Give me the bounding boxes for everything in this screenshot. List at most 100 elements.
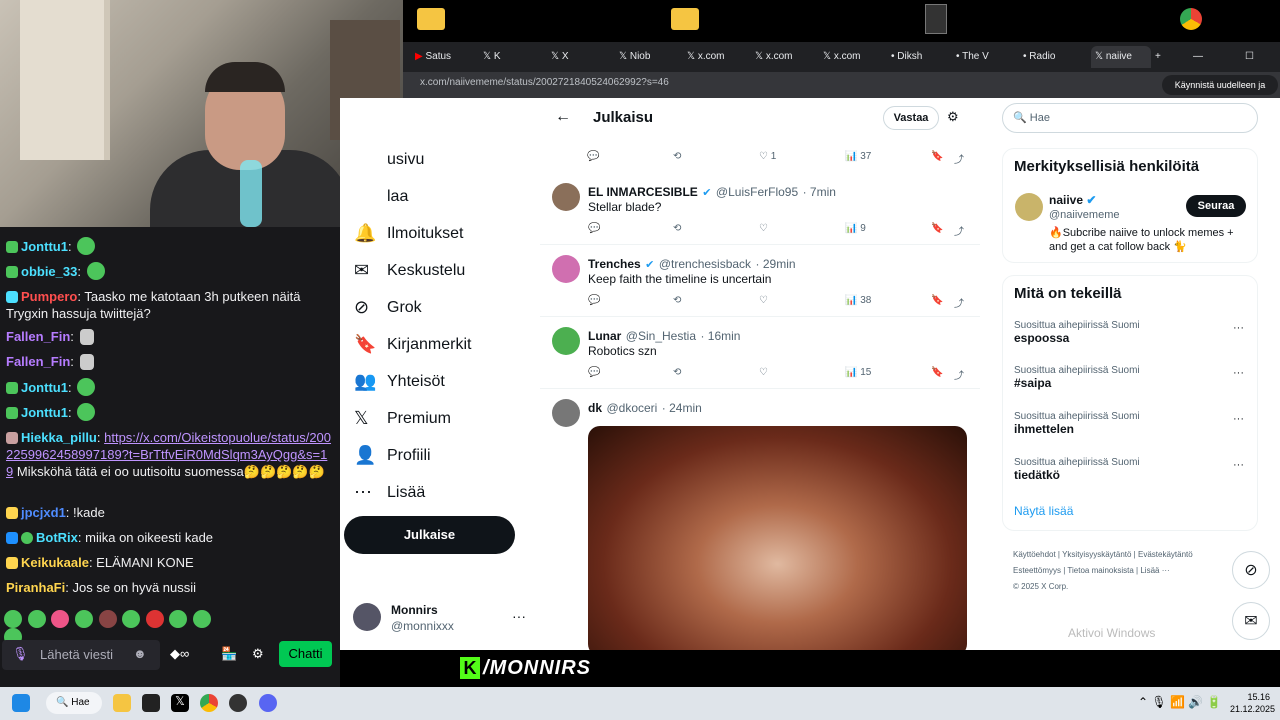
avatar[interactable] — [353, 603, 381, 631]
views-icon[interactable]: 📊 38 — [845, 295, 871, 306]
bits-icon[interactable]: ◆∞ — [170, 646, 189, 662]
obs-icon[interactable] — [229, 694, 247, 712]
tab-8[interactable]: • The V — [956, 46, 1016, 68]
reply-button[interactable]: Vastaa — [883, 106, 939, 130]
tab-10[interactable]: 𝕏 naiive — [1091, 46, 1151, 68]
chat-username[interactable]: Fallen_Fin — [6, 354, 70, 369]
avatar[interactable] — [552, 183, 580, 211]
tray-icons[interactable]: ⌃ 🎙 📶 🔊 🔋 — [1138, 695, 1221, 709]
trend-menu-icon[interactable]: ··· — [1233, 322, 1244, 334]
trend-menu-icon[interactable]: ··· — [1233, 459, 1244, 471]
nav-communities[interactable]: Yhteisöt — [387, 373, 445, 391]
chat-username[interactable]: Jonttu1 — [21, 239, 68, 254]
account-menu-icon[interactable]: ··· — [512, 608, 526, 624]
store-icon[interactable]: 🏪 — [221, 646, 237, 662]
post-author[interactable]: Lunar — [588, 329, 621, 343]
show-more-link[interactable]: Näytä lisää — [1014, 504, 1073, 518]
url-field[interactable]: x.com/naiivememe/status/2002721840524062… — [420, 77, 669, 88]
bookmark-action-icon[interactable]: 🔖 — [931, 151, 943, 162]
bookmark-action-icon[interactable]: 🔖 — [931, 295, 943, 306]
reply-icon[interactable]: 💬 — [588, 295, 600, 306]
post-item[interactable]: dk @dkoceri · 24min — [540, 389, 980, 650]
post-item[interactable]: EL INMARCESIBLE ✔ @LuisFerFlo95 · 7min S… — [540, 173, 980, 245]
footer-link[interactable]: Yksityisyyskäytäntö — [1062, 550, 1131, 559]
restart-update-button[interactable]: Käynnistä uudelleen ja päivitä — [1162, 75, 1278, 110]
reply-icon[interactable]: 💬 — [588, 367, 600, 378]
like-icon[interactable]: ♡ — [759, 295, 768, 306]
nav-premium[interactable]: Premium — [387, 410, 451, 428]
trend-item[interactable]: Suosittua aihepiirissä Suomi #saipa — [1014, 365, 1140, 390]
chat-username[interactable]: BotRix — [36, 530, 78, 545]
chat-send-button[interactable]: Chatti — [279, 641, 332, 667]
folder-icon[interactable] — [417, 8, 445, 30]
emote-icon[interactable] — [169, 610, 188, 628]
trend-menu-icon[interactable]: ··· — [1233, 413, 1244, 425]
post-author[interactable]: dk — [588, 401, 602, 415]
clock[interactable]: 15.16 21.12.2025 — [1230, 691, 1275, 715]
footer-link[interactable]: Lisää ··· — [1140, 566, 1169, 575]
post-media-image[interactable] — [588, 426, 967, 650]
emote-icon[interactable] — [122, 610, 141, 628]
tab-2[interactable]: 𝕏 X — [551, 46, 611, 68]
like-icon[interactable]: ♡ — [759, 367, 768, 378]
chat-username[interactable]: obbie_33 — [21, 264, 77, 279]
reply-icon[interactable]: 💬 — [587, 151, 599, 162]
like-icon[interactable]: ♡ 1 — [759, 151, 776, 162]
back-arrow-icon[interactable]: ← — [555, 108, 571, 126]
suggest-name[interactable]: naiive ✔ — [1049, 193, 1096, 207]
share-icon[interactable]: ⤴ — [954, 223, 964, 238]
share-icon[interactable]: ⤴ — [954, 151, 964, 166]
folder-icon[interactable] — [671, 8, 699, 30]
tab-3[interactable]: 𝕏 Niob — [619, 46, 679, 68]
avatar[interactable] — [552, 399, 580, 427]
nav-explore[interactable]: laa — [387, 188, 408, 206]
share-icon[interactable]: ⤴ — [954, 295, 964, 310]
reply-icon[interactable]: 💬 — [588, 223, 600, 234]
trend-item[interactable]: Suosittua aihepiirissä Suomi espoossa — [1014, 320, 1140, 345]
minimize-button[interactable]: — — [1193, 46, 1209, 68]
post-author[interactable]: EL INMARCESIBLE — [588, 185, 698, 199]
nav-messages[interactable]: Keskustelu — [387, 262, 465, 280]
windows-start-icon[interactable] — [12, 694, 30, 712]
tab-7[interactable]: • Diksh — [891, 46, 951, 68]
chat-input[interactable]: 🎙 Lähetä viesti ☻ — [2, 640, 160, 670]
messages-float-icon[interactable]: ✉ — [1232, 602, 1270, 640]
trend-item[interactable]: Suosittua aihepiirissä Suomi ihmettelen — [1014, 411, 1140, 436]
retweet-icon[interactable]: ⟲ — [673, 295, 681, 306]
nav-home[interactable]: usivu — [387, 151, 424, 169]
grok-float-icon[interactable]: ⊘ — [1232, 551, 1270, 589]
settings-icon[interactable]: ⚙ — [252, 646, 264, 662]
taskbar-search[interactable]: 🔍 Hae — [46, 692, 102, 714]
post-handle[interactable]: @Sin_Hestia — [626, 329, 696, 343]
chrome-icon[interactable] — [1180, 8, 1202, 30]
footer-link[interactable]: Käyttöehdot — [1013, 550, 1056, 559]
game-icon[interactable] — [925, 4, 947, 34]
post-item[interactable]: Trenches ✔ @trenchesisback · 29min Keep … — [540, 245, 980, 317]
avatar[interactable] — [1015, 193, 1043, 221]
retweet-icon[interactable]: ⟲ — [673, 223, 681, 234]
nav-bookmarks[interactable]: Kirjanmerkit — [387, 336, 471, 354]
emote-icon[interactable] — [193, 610, 211, 628]
tab-9[interactable]: • Radio — [1023, 46, 1083, 68]
microphone-icon[interactable]: 🎙 — [12, 646, 29, 662]
views-icon[interactable]: 📊 9 — [845, 223, 866, 234]
chat-username[interactable]: Keikukaale — [21, 555, 89, 570]
footer-link[interactable]: Esteettömyys — [1013, 566, 1061, 575]
retweet-icon[interactable]: ⟲ — [673, 367, 681, 378]
chat-username[interactable]: Jonttu1 — [21, 380, 68, 395]
trend-menu-icon[interactable]: ··· — [1233, 367, 1244, 379]
trend-item[interactable]: Suosittua aihepiirissä Suomi tiedätkö — [1014, 457, 1140, 482]
sliders-icon[interactable]: ⚙ — [947, 109, 959, 125]
emote-icon[interactable] — [145, 610, 164, 628]
nav-more[interactable]: Lisää — [387, 484, 425, 502]
emoji-icon[interactable]: ☻ — [133, 646, 147, 661]
chat-username[interactable]: jpcjxd1 — [21, 505, 66, 520]
chat-username[interactable]: Jonttu1 — [21, 405, 68, 420]
like-icon[interactable]: ♡ — [759, 223, 768, 234]
chat-username[interactable]: Hiekka_pillu — [21, 430, 97, 445]
search-input[interactable]: 🔍 Hae — [1002, 103, 1258, 133]
chat-username[interactable]: Fallen_Fin — [6, 329, 70, 344]
follow-button[interactable]: Seuraa — [1186, 195, 1246, 217]
app-icon[interactable] — [142, 694, 160, 712]
tab-1[interactable]: 𝕏 K — [483, 46, 543, 68]
